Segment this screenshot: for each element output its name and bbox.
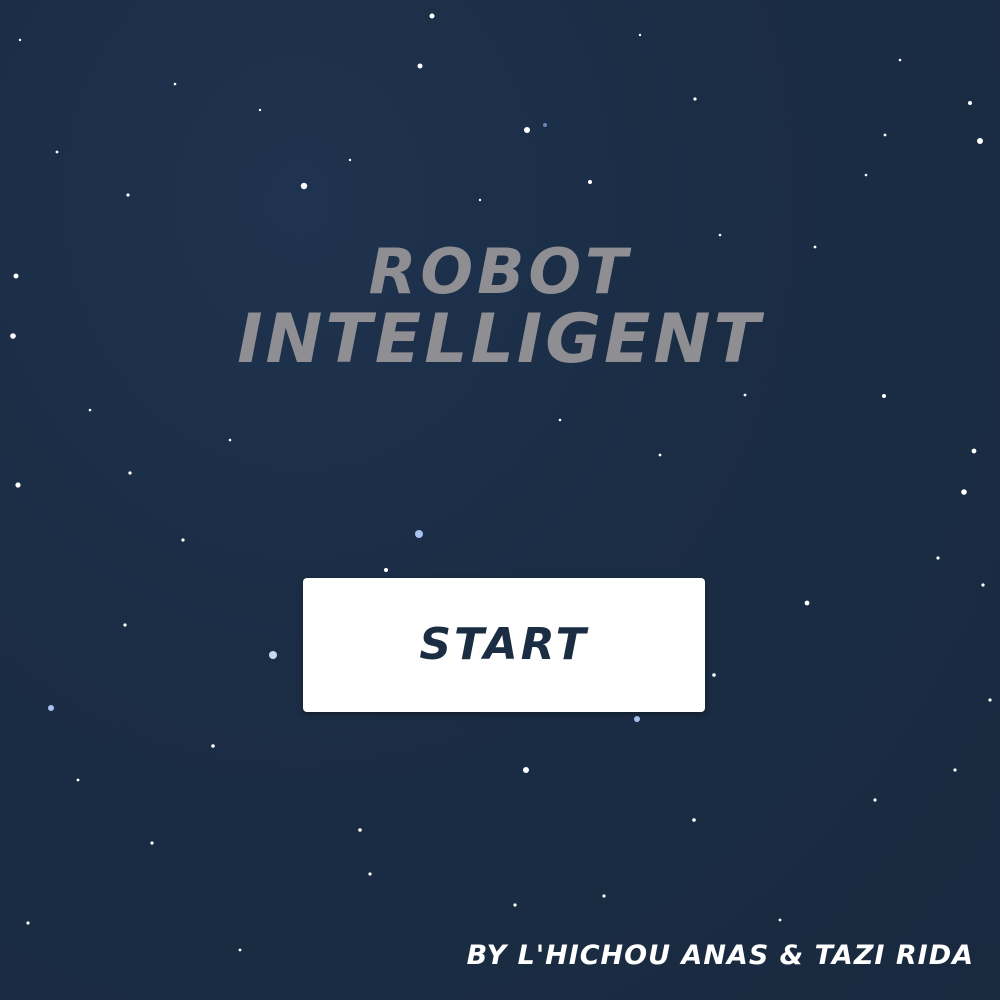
star <box>348 158 352 162</box>
star <box>558 418 562 422</box>
star <box>873 798 877 802</box>
credits-text: BY L'HICHOU ANAS & TAZI RIDA <box>466 940 974 971</box>
star <box>981 583 985 587</box>
star <box>384 568 388 572</box>
star <box>415 530 423 538</box>
star <box>76 778 80 782</box>
star <box>173 82 177 86</box>
star <box>543 123 547 127</box>
star <box>634 716 640 722</box>
star <box>712 673 716 677</box>
star <box>123 623 127 627</box>
star <box>588 180 592 184</box>
start-button-label: START <box>419 619 589 670</box>
star <box>55 150 59 154</box>
star <box>658 453 662 457</box>
star <box>988 698 992 702</box>
star <box>778 918 782 922</box>
starfield-background <box>10 13 992 952</box>
star <box>181 538 185 542</box>
star <box>126 193 130 197</box>
star <box>513 903 517 907</box>
star <box>238 948 242 952</box>
star <box>258 108 262 112</box>
star <box>883 133 887 137</box>
star <box>269 651 277 659</box>
star <box>692 818 696 822</box>
star <box>48 705 54 711</box>
star <box>804 600 810 606</box>
star <box>429 13 435 19</box>
star <box>417 63 423 69</box>
star <box>743 393 747 397</box>
star <box>524 127 530 133</box>
star <box>211 744 215 748</box>
star <box>971 448 977 454</box>
star <box>961 489 967 495</box>
star <box>368 872 372 876</box>
star <box>977 138 983 144</box>
start-button[interactable]: START <box>303 578 705 712</box>
star <box>693 97 697 101</box>
star <box>936 556 940 560</box>
star <box>128 471 132 475</box>
star <box>898 58 902 62</box>
star <box>864 173 868 177</box>
star <box>150 841 154 845</box>
star <box>882 394 886 398</box>
star <box>602 894 606 898</box>
game-title-line-1: ROBOT <box>368 235 632 308</box>
star <box>88 408 92 412</box>
game-title-line-2: INTELLIGENT <box>237 300 763 379</box>
star <box>638 33 642 37</box>
star <box>478 198 482 202</box>
star <box>953 768 957 772</box>
star <box>15 482 21 488</box>
star <box>968 101 972 105</box>
star <box>18 38 22 42</box>
star <box>26 921 30 925</box>
star <box>358 828 362 832</box>
star <box>300 182 308 190</box>
star <box>523 767 529 773</box>
star <box>228 438 232 442</box>
